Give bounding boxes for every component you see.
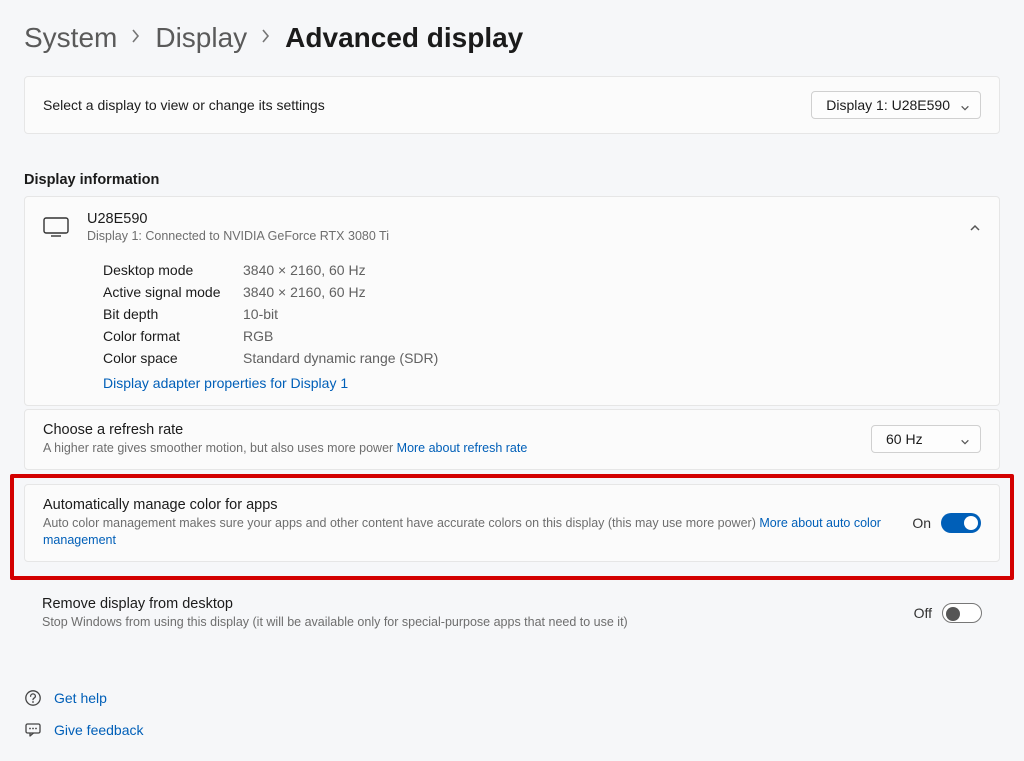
refresh-rate-sub: A higher rate gives smoother motion, but…	[43, 440, 853, 457]
feedback-icon	[24, 721, 42, 739]
auto-color-sub-text: Auto color management makes sure your ap…	[43, 516, 759, 530]
refresh-rate-value: 60 Hz	[886, 431, 923, 447]
kv-key: Desktop mode	[103, 262, 243, 278]
auto-color-toggle[interactable]	[941, 513, 981, 533]
remove-display-toggle[interactable]	[942, 603, 982, 623]
chevron-down-icon	[960, 100, 970, 110]
get-help-link[interactable]: Get help	[24, 689, 144, 707]
remove-display-row: Remove display from desktop Stop Windows…	[24, 588, 1000, 635]
kv-row: Active signal mode 3840 × 2160, 60 Hz	[103, 281, 981, 303]
remove-display-sub: Stop Windows from using this display (it…	[42, 614, 896, 631]
breadcrumb-current: Advanced display	[285, 22, 523, 54]
bottom-links: Get help Give feedback	[24, 689, 144, 739]
adapter-properties-link[interactable]: Display adapter properties for Display 1	[103, 375, 348, 391]
display-model: U28E590	[87, 211, 951, 227]
breadcrumb-display[interactable]: Display	[155, 22, 247, 54]
give-feedback-text: Give feedback	[54, 722, 144, 738]
chevron-down-icon	[960, 434, 970, 444]
display-info-details: Desktop mode 3840 × 2160, 60 Hz Active s…	[25, 253, 999, 405]
refresh-rate-title: Choose a refresh rate	[43, 422, 853, 438]
kv-row: Bit depth 10-bit	[103, 303, 981, 325]
refresh-rate-more-link[interactable]: More about refresh rate	[397, 441, 528, 455]
chevron-right-icon	[131, 27, 141, 50]
kv-key: Bit depth	[103, 306, 243, 322]
chevron-up-icon	[969, 221, 981, 233]
kv-key: Color format	[103, 328, 243, 344]
remove-display-toggle-label: Off	[914, 605, 932, 621]
display-info-card: U28E590 Display 1: Connected to NVIDIA G…	[24, 196, 1000, 406]
select-display-card: Select a display to view or change its s…	[24, 76, 1000, 134]
kv-key: Color space	[103, 350, 243, 366]
section-heading-display-info: Display information	[24, 172, 1000, 188]
help-icon	[24, 689, 42, 707]
kv-val: 3840 × 2160, 60 Hz	[243, 262, 366, 278]
highlighted-region: Automatically manage color for apps Auto…	[10, 474, 1014, 580]
refresh-rate-dropdown[interactable]: 60 Hz	[871, 425, 981, 453]
remove-display-title: Remove display from desktop	[42, 596, 896, 612]
kv-val: Standard dynamic range (SDR)	[243, 350, 438, 366]
auto-color-sub: Auto color management makes sure your ap…	[43, 515, 894, 549]
breadcrumb: System Display Advanced display	[24, 22, 1000, 54]
auto-color-toggle-label: On	[912, 515, 931, 531]
display-connection: Display 1: Connected to NVIDIA GeForce R…	[87, 229, 951, 243]
kv-val: 3840 × 2160, 60 Hz	[243, 284, 366, 300]
display-selector-dropdown[interactable]: Display 1: U28E590	[811, 91, 981, 119]
auto-color-title: Automatically manage color for apps	[43, 497, 894, 513]
refresh-rate-card: Choose a refresh rate A higher rate give…	[24, 409, 1000, 470]
get-help-text: Get help	[54, 690, 107, 706]
display-selector-value: Display 1: U28E590	[826, 97, 950, 113]
kv-row: Desktop mode 3840 × 2160, 60 Hz	[103, 259, 981, 281]
kv-row: Color space Standard dynamic range (SDR)	[103, 347, 981, 369]
auto-color-card: Automatically manage color for apps Auto…	[24, 484, 1000, 562]
chevron-right-icon	[261, 27, 271, 50]
kv-val: 10-bit	[243, 306, 278, 322]
kv-key: Active signal mode	[103, 284, 243, 300]
give-feedback-link[interactable]: Give feedback	[24, 721, 144, 739]
monitor-icon	[43, 217, 69, 237]
select-display-prompt: Select a display to view or change its s…	[43, 97, 325, 113]
refresh-rate-sub-text: A higher rate gives smoother motion, but…	[43, 441, 397, 455]
breadcrumb-system[interactable]: System	[24, 22, 117, 54]
kv-val: RGB	[243, 328, 273, 344]
kv-row: Color format RGB	[103, 325, 981, 347]
display-info-header[interactable]: U28E590 Display 1: Connected to NVIDIA G…	[25, 197, 999, 253]
